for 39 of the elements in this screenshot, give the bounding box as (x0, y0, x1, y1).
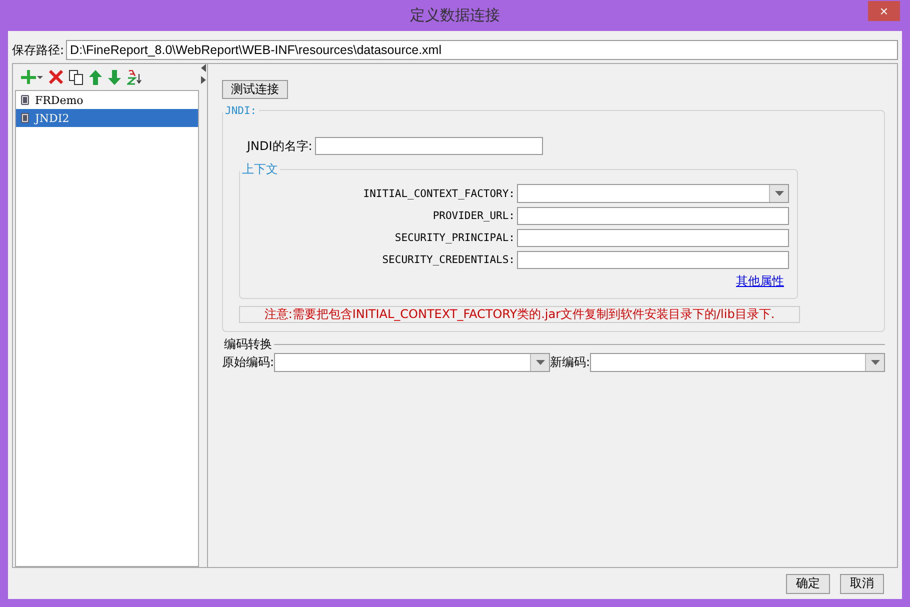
save-path-label: 保存路径: (12, 42, 64, 58)
context-field-label: INITIAL_CONTEXT_FACTORY: (363, 188, 515, 200)
close-button[interactable]: × (868, 1, 900, 21)
context-field-label: PROVIDER_URL: (432, 210, 515, 222)
connection-item[interactable]: FRDemo (16, 91, 198, 109)
context-dropdown[interactable] (517, 184, 789, 203)
dialog-button[interactable]: 确定 (786, 574, 830, 594)
encoding-legend: 编码转换 (222, 336, 274, 353)
dropdown-arrow-icon[interactable] (774, 191, 784, 196)
expand-right-icon[interactable] (200, 76, 206, 84)
new-encoding-label: 新编码: (550, 354, 590, 371)
jndi-name-label: JNDI的名字: (247, 138, 312, 154)
jndi-legend: JNDI: (225, 105, 257, 117)
context-field-label: SECURITY_PRINCIPAL: (394, 232, 515, 244)
original-encoding-label: 原始编码: (222, 354, 274, 371)
context-input-field[interactable] (517, 251, 789, 269)
jndi-name-field[interactable] (315, 137, 544, 155)
move-down-icon[interactable] (108, 70, 121, 84)
delete-icon[interactable] (49, 70, 63, 84)
new-encoding-dropdown[interactable] (590, 353, 885, 372)
window-title: 定义数据连接 (410, 6, 500, 25)
save-path-field[interactable]: D:\FineReport_8.0\WebReport\WEB-INF\resources\datasource.xml (66, 40, 898, 60)
other-properties-link[interactable]: 其他属性 (736, 273, 784, 290)
connection-item[interactable]: JNDI2 (16, 109, 198, 127)
context-input-field[interactable] (517, 207, 789, 225)
context-input-field[interactable] (517, 229, 789, 247)
test-connection-button[interactable]: 测试连接 (222, 80, 288, 99)
original-encoding-dropdown[interactable] (274, 353, 550, 372)
dropdown-arrow-icon[interactable] (870, 360, 880, 365)
add-icon[interactable] (21, 70, 43, 84)
dialog-button[interactable]: 取消 (840, 574, 884, 594)
context-field-label: SECURITY_CREDENTIALS: (382, 254, 515, 266)
context-legend: 上下文 (240, 161, 280, 178)
warning-note: 注意:需要把包含INITIAL_CONTEXT_FACTORY类的.jar文件复制到软件安装目录下的/lib目录下. (239, 306, 800, 323)
sort-icon[interactable] (127, 70, 143, 84)
copy-icon[interactable] (69, 70, 83, 84)
dropdown-arrow-icon[interactable] (536, 360, 545, 365)
collapse-left-icon[interactable] (200, 64, 206, 72)
move-up-icon[interactable] (89, 70, 102, 84)
